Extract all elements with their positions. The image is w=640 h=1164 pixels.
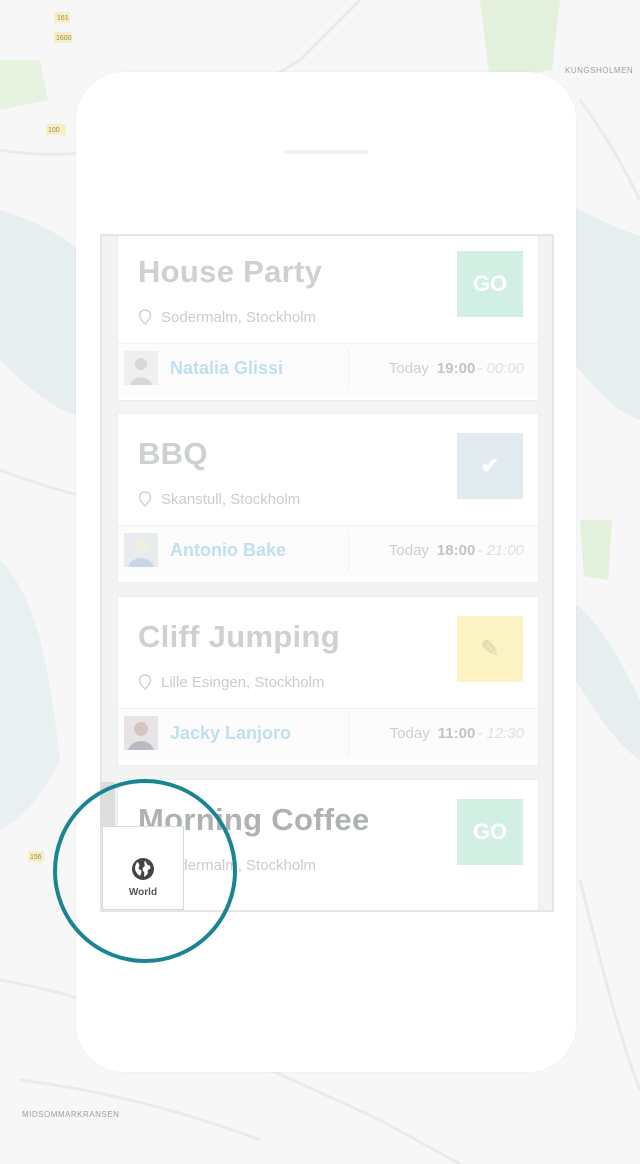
highlight-ring (53, 779, 237, 963)
host-name-link[interactable]: Antonio Bake (170, 540, 286, 561)
event-footer: Jacky Lanjoro Today 11:00- 12:30 (118, 708, 538, 759)
event-card[interactable]: BBQ Skanstull, Stockholm ✔ Antonio Bake … (117, 413, 539, 583)
route-marker: 156 (30, 854, 42, 861)
event-start-time: 11:00 (437, 725, 476, 742)
location-pin-icon (138, 491, 152, 507)
event-title: BBQ (138, 436, 208, 471)
event-day: Today (388, 542, 429, 559)
event-time: Today 11:00- 12:30 (390, 725, 524, 742)
event-title: House Party (138, 254, 323, 289)
location-text: Lille Esingen, Stockholm (161, 673, 325, 691)
event-footer: Natalia Glissi Today 19:00- 00:00 (118, 343, 538, 394)
event-card[interactable]: House Party Sodermalm, Stockholm GO Nata… (117, 236, 539, 401)
route-marker: 1600 (56, 35, 72, 42)
event-end-time: - 00:00 (477, 360, 524, 377)
avatar[interactable] (124, 533, 158, 567)
event-location: Lille Esingen, Stockholm (138, 673, 324, 691)
footer-divider (348, 530, 349, 572)
route-marker: 161 (57, 15, 69, 22)
location-text: Sodermalm, Stockholm (161, 308, 317, 326)
event-time: Today 18:00- 21:00 (389, 542, 524, 559)
route-marker: 100 (48, 127, 60, 134)
host-name-link[interactable]: Natalia Glissi (170, 358, 283, 379)
event-end-time: - 21:00 (477, 542, 524, 559)
go-button[interactable]: GO (457, 799, 523, 865)
edit-button[interactable]: ✎ (457, 616, 523, 682)
event-end-time: - 12:30 (477, 725, 524, 742)
event-title: Cliff Jumping (138, 619, 340, 654)
event-time: Today 19:00- 00:00 (389, 360, 524, 377)
go-button[interactable]: GO (457, 251, 523, 317)
location-pin-icon (138, 309, 152, 325)
event-location: Sodermalm, Stockholm (138, 308, 316, 326)
event-location: Skanstull, Stockholm (138, 490, 300, 508)
footer-divider (348, 713, 349, 755)
phone-speaker (284, 150, 368, 154)
map-label-district: KUNGSHOLMEN (565, 66, 634, 75)
location-text: Skanstull, Stockholm (161, 490, 301, 508)
location-pin-icon (138, 674, 152, 690)
event-start-time: 18:00 (436, 542, 476, 559)
event-card[interactable]: Cliff Jumping Lille Esingen, Stockholm ✎… (117, 596, 539, 766)
event-footer: Antonio Bake Today 18:00- 21:00 (118, 525, 538, 576)
avatar[interactable] (124, 351, 158, 385)
event-day: Today (388, 360, 429, 377)
attending-check-button[interactable]: ✔ (457, 433, 523, 499)
event-start-time: 19:00 (436, 360, 476, 377)
footer-divider (348, 348, 349, 390)
event-day: Today (389, 725, 430, 742)
map-label-district: MIDSOMMARKRANSEN (22, 1110, 120, 1119)
avatar[interactable] (124, 716, 158, 750)
host-name-link[interactable]: Jacky Lanjoro (170, 723, 291, 744)
